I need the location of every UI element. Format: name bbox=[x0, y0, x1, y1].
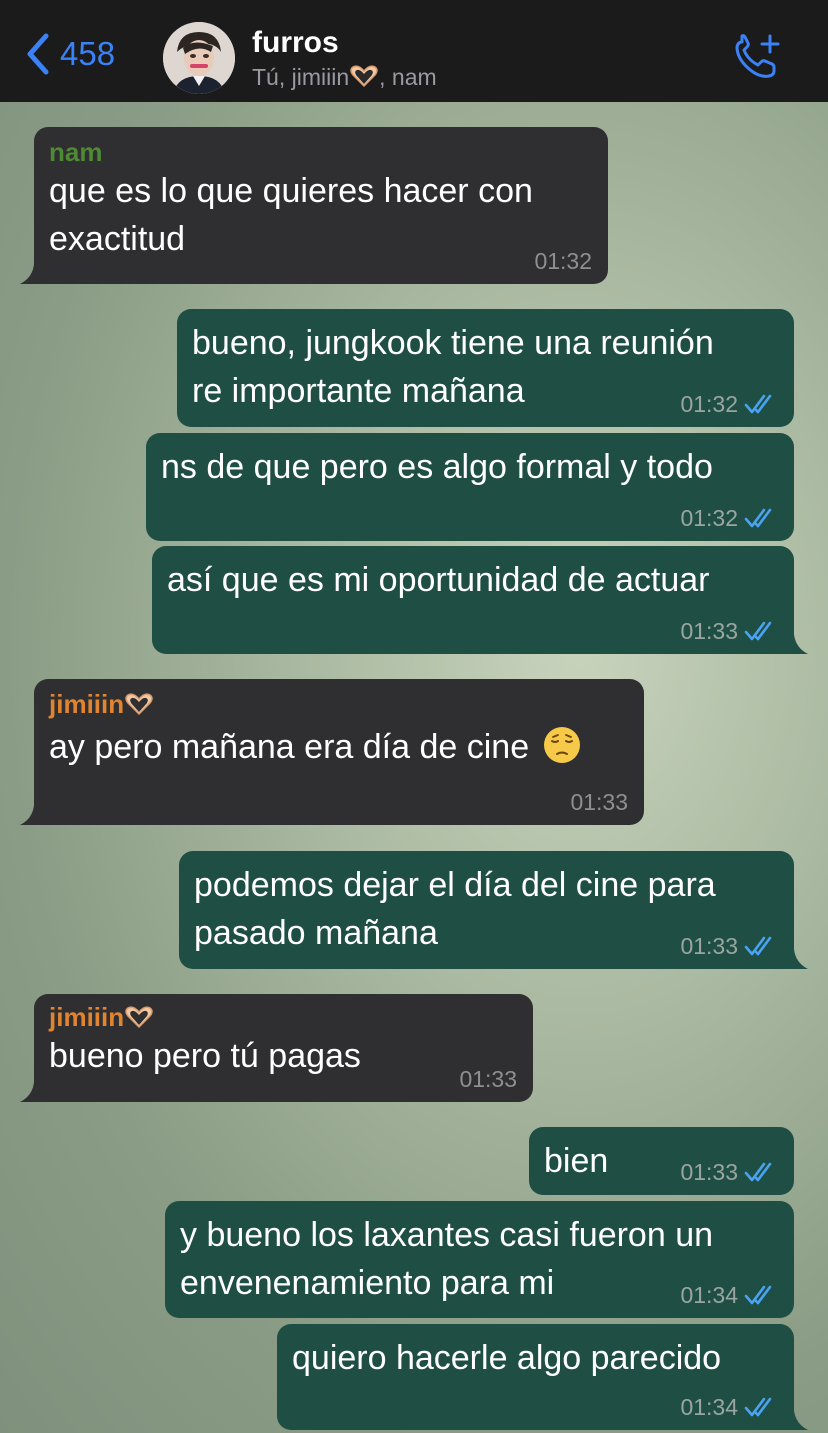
message-meta: 01:33 bbox=[680, 933, 778, 959]
message-meta: 01:33 bbox=[570, 789, 628, 815]
message-text-content: ay pero mañana era día de cine bbox=[49, 728, 530, 766]
heart-hands-emoji bbox=[125, 1006, 153, 1029]
group-members[interactable]: Tú, jimiiin , nam bbox=[252, 64, 437, 91]
message-meta: 01:32 bbox=[534, 248, 592, 274]
sender-label: jimiiin bbox=[49, 1002, 125, 1032]
sender-name: jimiiin bbox=[49, 1002, 517, 1032]
message-time: 01:33 bbox=[570, 789, 628, 815]
message-meta: 01:34 bbox=[680, 1394, 778, 1420]
message-meta: 01:34 bbox=[680, 1282, 778, 1308]
message-incoming[interactable]: jimiiin bueno pero tú pagas 01:33 bbox=[20, 994, 533, 1102]
back-button[interactable]: 458 bbox=[24, 32, 115, 76]
pensive-face-emoji bbox=[543, 727, 580, 763]
message-outgoing[interactable]: y bueno los laxantes casi fueron un enve… bbox=[165, 1201, 794, 1318]
message-time: 01:33 bbox=[680, 933, 738, 959]
message-text: que es lo que quieres hacer con exactitu… bbox=[49, 172, 533, 258]
heart-hands-emoji bbox=[350, 65, 378, 88]
message-outgoing[interactable]: bueno, jungkook tiene una reunión re imp… bbox=[177, 309, 794, 427]
message-time: 01:32 bbox=[680, 505, 738, 531]
message-meta: 01:32 bbox=[680, 505, 778, 531]
message-outgoing[interactable]: así que es mi oportunidad de actuar 01:3… bbox=[152, 546, 808, 654]
message-time: 01:33 bbox=[459, 1066, 517, 1092]
sender-label: jimiiin bbox=[49, 689, 125, 719]
members-suffix: , nam bbox=[379, 64, 437, 90]
avatar-image bbox=[163, 22, 235, 94]
group-avatar[interactable] bbox=[163, 22, 235, 94]
group-title[interactable]: furros bbox=[252, 26, 339, 60]
message-text: así que es mi oportunidad de actuar bbox=[167, 561, 710, 599]
message-text: ns de que pero es algo formal y todo bbox=[161, 448, 713, 486]
message-incoming[interactable]: jimiiin ay pero mañana era día de cine 0… bbox=[20, 679, 644, 825]
bubble-tail bbox=[20, 1074, 48, 1102]
sender-name: jimiiin bbox=[49, 689, 628, 719]
message-outgoing[interactable]: quiero hacerle algo parecido 01:34 bbox=[277, 1324, 808, 1430]
message-time: 01:34 bbox=[680, 1282, 738, 1308]
bubble-tail bbox=[20, 256, 48, 284]
message-text: quiero hacerle algo parecido bbox=[292, 1339, 722, 1377]
chat-header: 458 furros Tú, jimiiin , nam bbox=[0, 0, 828, 102]
double-check-icon bbox=[744, 394, 772, 414]
unread-count: 458 bbox=[60, 35, 116, 72]
message-outgoing[interactable]: podemos dejar el día del cine para pasad… bbox=[179, 851, 808, 969]
double-check-icon bbox=[744, 508, 772, 528]
double-check-icon bbox=[744, 1397, 772, 1417]
message-meta: 01:32 bbox=[680, 391, 778, 417]
message-list[interactable]: nam que es lo que quieres hacer con exac… bbox=[0, 102, 828, 1433]
message-meta: 01:33 bbox=[459, 1066, 517, 1092]
heart-hands-emoji bbox=[125, 693, 153, 716]
bubble-tail bbox=[780, 626, 808, 654]
message-time: 01:33 bbox=[680, 1159, 738, 1185]
bubble-tail bbox=[780, 1402, 808, 1430]
message-text: bueno pero tú pagas bbox=[49, 1037, 361, 1075]
double-check-icon bbox=[744, 621, 772, 641]
message-meta: 01:33 bbox=[680, 618, 778, 644]
double-check-icon bbox=[744, 1162, 772, 1182]
message-time: 01:32 bbox=[680, 391, 738, 417]
members-prefix: Tú, jimiiin bbox=[252, 64, 350, 90]
message-incoming[interactable]: nam que es lo que quieres hacer con exac… bbox=[20, 127, 608, 284]
add-call-icon[interactable] bbox=[732, 34, 782, 80]
message-outgoing[interactable]: ns de que pero es algo formal y todo 01:… bbox=[146, 433, 794, 541]
double-check-icon bbox=[744, 1285, 772, 1305]
bubble-tail bbox=[780, 941, 808, 969]
chevron-left-icon bbox=[27, 33, 49, 75]
sender-name: nam bbox=[49, 137, 103, 167]
message-outgoing[interactable]: bien 01:33 bbox=[529, 1127, 794, 1195]
message-text: ay pero mañana era día de cine bbox=[49, 723, 628, 771]
bubble-tail bbox=[20, 797, 48, 825]
message-time: 01:33 bbox=[680, 618, 738, 644]
double-check-icon bbox=[744, 936, 772, 956]
message-meta: 01:33 bbox=[680, 1159, 778, 1185]
message-time: 01:32 bbox=[534, 248, 592, 274]
message-time: 01:34 bbox=[680, 1394, 738, 1420]
